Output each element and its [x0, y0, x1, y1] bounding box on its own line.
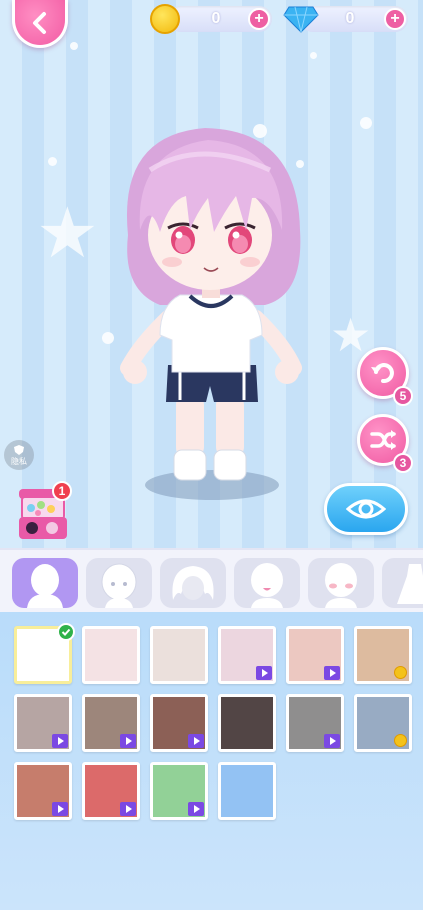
tab-dress[interactable]: [382, 558, 423, 608]
shield-icon: [14, 444, 24, 455]
color-swatch[interactable]: [150, 762, 208, 820]
dress-icon: [397, 564, 423, 604]
shuffle-icon: [370, 430, 396, 450]
video-ad-icon: [120, 802, 136, 816]
tab-face[interactable]: [86, 558, 152, 608]
eye-icon: [346, 499, 386, 519]
color-swatch[interactable]: [82, 762, 140, 820]
color-swatch[interactable]: [218, 626, 276, 684]
tab-skin[interactable]: [12, 558, 78, 608]
video-ad-icon: [188, 802, 204, 816]
color-swatch[interactable]: [82, 694, 140, 752]
coin-price-icon: [394, 666, 407, 679]
chibi-character: [120, 128, 302, 500]
blush-icon: [325, 563, 357, 608]
color-swatch[interactable]: [354, 694, 412, 752]
tab-hair[interactable]: [160, 558, 226, 608]
mouth-icon: [251, 563, 283, 608]
category-tab-bar: [0, 548, 423, 612]
color-swatch[interactable]: [150, 626, 208, 684]
color-swatch[interactable]: [150, 694, 208, 752]
video-ad-icon: [324, 666, 340, 680]
video-ad-icon: [52, 734, 68, 748]
gacha-count-badge: 1: [52, 481, 72, 501]
coin-price-icon: [394, 734, 407, 747]
color-swatch[interactable]: [218, 694, 276, 752]
hair-icon: [172, 566, 214, 600]
tab-blush[interactable]: [308, 558, 374, 608]
skin-body-icon: [27, 564, 63, 608]
video-ad-icon: [120, 734, 136, 748]
privacy-label: 隐私: [11, 456, 27, 466]
video-ad-icon: [188, 734, 204, 748]
blue-diamond-icon: [283, 6, 319, 33]
chevron-left-icon: [33, 11, 46, 34]
tab-mouth[interactable]: [234, 558, 300, 608]
add-gems-button[interactable]: +: [384, 8, 406, 30]
face-icon: [101, 563, 137, 608]
privacy-button[interactable]: 隐私: [4, 440, 34, 470]
character-stage: ★ ★ 0 + 0 + 5 3 隐私 1: [0, 0, 423, 548]
checkmark-icon: [57, 623, 75, 641]
coin-count: 0: [211, 10, 221, 27]
add-coins-button[interactable]: +: [248, 8, 270, 30]
gold-coin-icon: [150, 4, 180, 34]
color-swatch[interactable]: [82, 626, 140, 684]
swatch-grid: [0, 612, 423, 910]
color-swatch[interactable]: [14, 623, 75, 684]
video-ad-icon: [52, 802, 68, 816]
coin-counter: 0 +: [168, 6, 272, 32]
video-ad-icon: [256, 666, 272, 680]
color-swatch[interactable]: [354, 626, 412, 684]
undo-count-badge: 5: [393, 386, 413, 406]
preview-button[interactable]: [324, 483, 408, 535]
color-swatch[interactable]: [286, 694, 344, 752]
color-swatch[interactable]: [218, 762, 276, 820]
color-swatch[interactable]: [14, 694, 72, 752]
random-count-badge: 3: [393, 453, 413, 473]
color-swatch[interactable]: [14, 762, 72, 820]
color-swatch[interactable]: [286, 626, 344, 684]
video-ad-icon: [324, 734, 340, 748]
gem-count: 0: [345, 10, 355, 27]
undo-icon: [371, 363, 394, 384]
